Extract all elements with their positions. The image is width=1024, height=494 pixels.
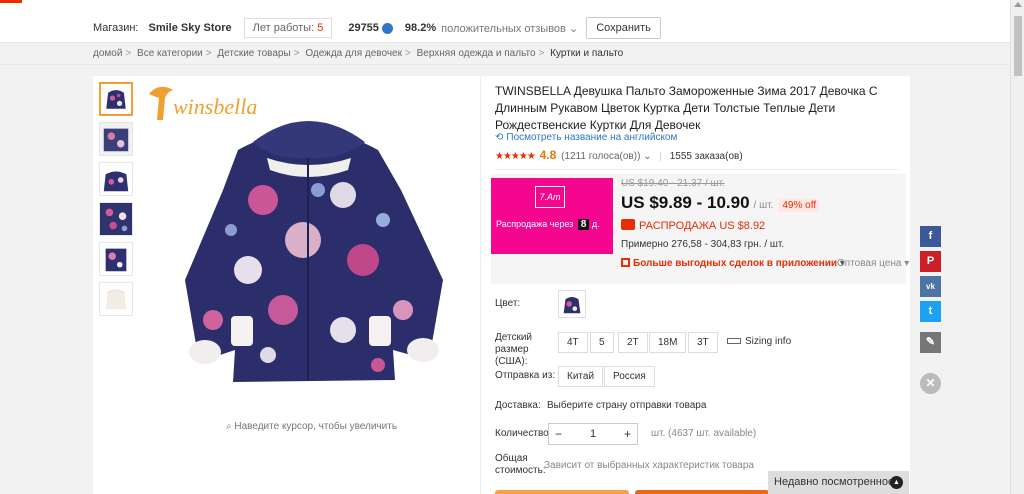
- translate-icon: ⟲: [495, 132, 504, 143]
- buy-now-button[interactable]: [495, 490, 629, 494]
- facebook-icon[interactable]: f: [920, 226, 941, 247]
- approx-local-price: Примерно 276,58 - 304,83 грн. / шт.: [621, 239, 785, 250]
- breadcrumb: домой > Все категории > Детские товары > Од…: [93, 48, 624, 59]
- twitter-icon[interactable]: t: [920, 301, 941, 322]
- flash-sale-banner[interactable]: 7.Am Распродажа через 8 д.: [491, 178, 613, 254]
- breadcrumb-current: Куртки и пальто: [550, 48, 624, 59]
- save-store-button[interactable]: Сохранить: [586, 17, 661, 39]
- sale-price-row: РАСПРОДАЖА US $8.92: [621, 219, 765, 232]
- thumbnail-list: [99, 82, 133, 322]
- thumbnail-6[interactable]: [99, 282, 133, 316]
- color-swatch[interactable]: [558, 290, 586, 318]
- store-name-link[interactable]: Smile Sky Store: [149, 22, 232, 34]
- original-price: US $19.40 - 21.37 / шт.: [621, 178, 725, 189]
- social-share-bar: f P vk t ✎: [920, 226, 941, 357]
- close-icon[interactable]: ✕: [920, 373, 941, 394]
- current-price: US $9.89 - 10.90: [621, 193, 750, 212]
- store-years-label: Лет работы:: [252, 22, 315, 34]
- total-value: Зависит от выбранных характеристик товар…: [544, 460, 754, 471]
- sale-badge-icon: [621, 219, 635, 230]
- flash-sale-logo: 7.Am: [535, 186, 565, 208]
- positive-feedback-pct: 98.2%: [404, 22, 437, 34]
- magnifier-icon: ⌕: [226, 421, 232, 432]
- size-option-3t[interactable]: 3T: [688, 332, 718, 353]
- ship-from-russia[interactable]: Россия: [604, 366, 655, 387]
- seller-medal-icon: [381, 22, 393, 34]
- rating-row: ★★★★★ 4.8 (1211 голоса(ов)) ⌄ | 1555 зак…: [495, 148, 743, 162]
- add-to-cart-button[interactable]: [635, 490, 769, 494]
- star-rating-icon: ★★★★★: [495, 151, 536, 162]
- positive-feedback-dropdown[interactable]: положительных отзывов ⌄: [441, 22, 578, 35]
- scrollbar[interactable]: [1010, 0, 1024, 494]
- breadcrumb-home[interactable]: домой: [93, 48, 122, 59]
- store-years-value: 5: [317, 22, 324, 34]
- thumbnail-4[interactable]: [99, 202, 133, 236]
- rating-votes-dropdown[interactable]: (1211 голоса(ов)) ⌄: [561, 151, 652, 162]
- size-option-4t[interactable]: 4T: [558, 332, 588, 353]
- quantity-label: Количество:: [495, 428, 552, 439]
- zoom-hint: ⌕ Наведите курсор, чтобы увеличить: [226, 421, 398, 432]
- size-option-18m[interactable]: 18M: [649, 332, 687, 353]
- current-price-row: US $9.89 - 10.90/ шт. 49% off: [621, 193, 820, 213]
- size-option-2t[interactable]: 2T: [618, 332, 648, 353]
- app-deals-link[interactable]: Больше выгодных сделок в приложении ▾: [621, 258, 845, 269]
- thumbnail-5[interactable]: [99, 242, 133, 276]
- total-label: Общая стоимость:: [495, 453, 546, 476]
- quantity-stepper: − 1 +: [548, 423, 638, 445]
- breadcrumb-outerwear[interactable]: Верхняя одежда и пальто: [417, 48, 536, 59]
- size-label: Детский размер (США):: [495, 332, 533, 367]
- quantity-plus-button[interactable]: +: [624, 427, 631, 441]
- pinterest-icon[interactable]: P: [920, 251, 941, 272]
- flash-sale-countdown: Распродажа через 8 д.: [496, 219, 600, 230]
- sizing-info-link[interactable]: Sizing info: [727, 336, 791, 347]
- scroll-up-arrow-icon[interactable]: [1014, 2, 1022, 7]
- product-title: TWINSBELLA Девушка Пальто Замороженные З…: [495, 84, 878, 132]
- ruler-icon: [727, 338, 741, 344]
- vk-icon[interactable]: vk: [920, 276, 941, 297]
- scrollbar-thumb[interactable]: [1014, 16, 1022, 76]
- divider: [0, 64, 1010, 65]
- svg-text:winsbella: winsbella: [173, 94, 257, 119]
- store-label: Магазин:: [93, 22, 139, 34]
- chevron-up-icon: ▲: [890, 476, 903, 489]
- chevron-down-icon: ⌄: [568, 22, 579, 35]
- delivery-value: Выберите страну отправки товара: [547, 400, 707, 411]
- delivery-label: Доставка:: [495, 400, 541, 411]
- feedback-count: 29755: [348, 22, 379, 34]
- qr-code-icon: [621, 258, 630, 267]
- thumbnail-3[interactable]: [99, 162, 133, 196]
- wholesale-price-link[interactable]: Оптовая цена ▾: [837, 258, 909, 269]
- color-label: Цвет:: [495, 298, 521, 309]
- pencil-icon[interactable]: ✎: [920, 332, 941, 353]
- recently-viewed-tab[interactable]: Недавно посмотренное ▲: [768, 471, 909, 494]
- product-gallery: winsbella ⌕ Наведите курсор, чтобы увели…: [93, 76, 480, 494]
- breadcrumb-all-categories[interactable]: Все категории: [137, 48, 203, 59]
- product-info-panel: TWINSBELLA Девушка Пальто Замороженные З…: [480, 76, 910, 494]
- available-stock: шт. (4637 шт. available): [651, 428, 757, 439]
- price-box: 7.Am Распродажа через 8 д. US $19.40 - 2…: [491, 174, 909, 284]
- store-bar: Магазин: Smile Sky Store Лет работы: 5 2…: [0, 3, 1010, 43]
- ship-from-label: Отправка из:: [495, 370, 556, 381]
- product-main-image[interactable]: winsbella: [143, 80, 473, 410]
- store-years-badge: Лет работы: 5: [243, 18, 333, 38]
- size-option-5[interactable]: 5: [590, 332, 614, 353]
- thumbnail-1[interactable]: [99, 82, 133, 116]
- breadcrumb-girls-clothing[interactable]: Одежда для девочек: [305, 48, 402, 59]
- ship-from-china[interactable]: Китай: [558, 366, 604, 387]
- breadcrumb-kids[interactable]: Детские товары: [217, 48, 290, 59]
- quantity-input[interactable]: 1: [590, 428, 596, 440]
- translate-title-link[interactable]: ⟲ Посмотреть название на английском: [495, 132, 677, 143]
- rating-score: 4.8: [539, 148, 557, 162]
- quantity-minus-button[interactable]: −: [555, 427, 562, 441]
- orders-count: 1555 заказа(ов): [669, 151, 743, 162]
- thumbnail-2[interactable]: [99, 122, 133, 156]
- chevron-down-icon: ⌄: [643, 151, 652, 162]
- discount-badge: 49% off: [779, 199, 820, 212]
- price-unit: / шт.: [753, 200, 774, 211]
